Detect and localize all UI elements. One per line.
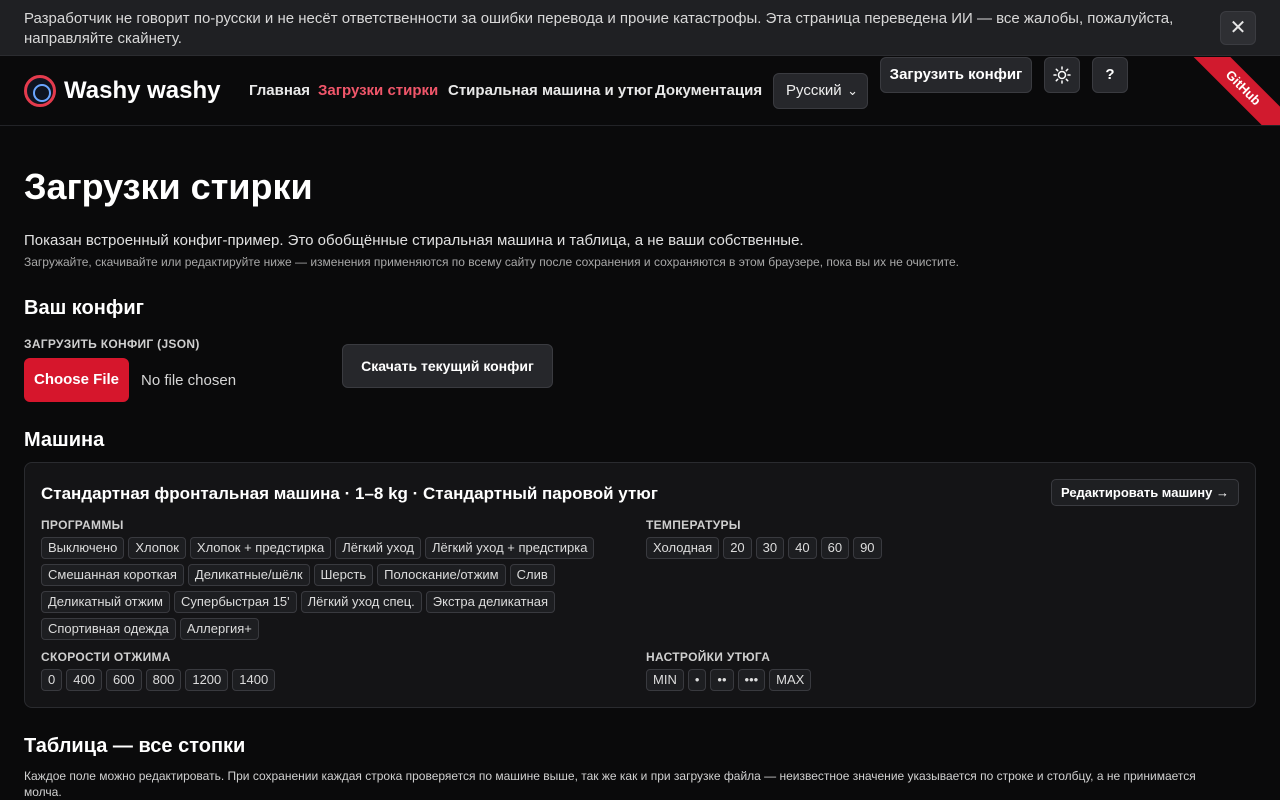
page-subtext: Загружайте, скачивайте или редактируйте … xyxy=(24,255,960,269)
spins-label: СКОРОСТИ ОТЖИМА xyxy=(41,650,171,664)
program-chip: Деликатный отжим xyxy=(41,591,170,613)
temperature-chip: 90 xyxy=(853,537,882,559)
temps-label: ТЕМПЕРАТУРЫ xyxy=(646,518,741,532)
choose-file-button[interactable]: Choose File xyxy=(24,358,129,402)
program-chip: Лёгкий уход xyxy=(335,537,421,559)
brand-name[interactable]: Washy washy xyxy=(64,77,221,105)
program-chip: Экстра деликатная xyxy=(425,591,556,613)
temperature-chip: 30 xyxy=(755,537,785,559)
language-select[interactable]: Русский ⌄ xyxy=(773,73,868,109)
banner-text: Разработчик не говорит по-русски и не не… xyxy=(24,10,1174,47)
language-value: Русский xyxy=(786,82,842,99)
spin-speed-chip: 0 xyxy=(41,669,63,691)
iron-setting-chip: ••• xyxy=(737,669,766,691)
translation-banner: Разработчик не говорит по-русски и не не… xyxy=(0,0,1280,56)
upload-config-button[interactable]: Загрузить конфиг xyxy=(880,57,1032,93)
top-nav: Washy washy Главная Загрузки стирки Стир… xyxy=(0,57,1280,126)
sun-icon xyxy=(1053,66,1071,84)
temperature-chip: 40 xyxy=(788,537,817,559)
program-chip: Деликатные/шёлк xyxy=(187,564,310,586)
program-chip: Лёгкий уход + предстирка xyxy=(424,537,595,559)
temps-list: Холодная 20 30 40 60 90 xyxy=(646,537,1206,559)
github-ribbon[interactable]: GitHub xyxy=(1180,57,1280,125)
spins-list: 0 400 600 800 1200 1400 xyxy=(41,669,601,691)
iron-setting-chip: MAX xyxy=(769,669,812,691)
table-description: Каждое поле можно редактировать. При сох… xyxy=(24,769,1196,799)
iron-setting-chip: •• xyxy=(710,669,734,691)
temperature-chip: Холодная xyxy=(646,537,720,559)
edit-machine-button[interactable]: Редактировать машину → xyxy=(1050,479,1239,506)
program-chip: Спортивная одежда xyxy=(41,618,176,640)
spin-speed-chip: 400 xyxy=(66,669,102,691)
program-chip: Шерсть xyxy=(313,564,374,586)
iron-label: НАСТРОЙКИ УТЮГА xyxy=(646,650,771,664)
table-heading: Таблица — все стопки xyxy=(24,735,246,757)
spin-speed-chip: 1400 xyxy=(232,669,276,691)
close-icon[interactable]: ✕ xyxy=(1220,11,1256,45)
temperature-chip: 20 xyxy=(723,537,752,559)
logo-icon[interactable] xyxy=(24,75,56,107)
help-button[interactable]: ? xyxy=(1092,57,1128,93)
page-lead: Показан встроенный конфиг-пример. Это об… xyxy=(24,232,804,249)
iron-setting-chip: • xyxy=(687,669,707,691)
program-chip: Слив xyxy=(509,564,555,586)
temperature-chip: 60 xyxy=(820,537,850,559)
program-chip: Хлопок + предстирка xyxy=(189,537,332,559)
programs-label: ПРОГРАММЫ xyxy=(41,518,124,532)
download-config-button[interactable]: Скачать текущий конфиг xyxy=(342,344,553,388)
machine-card: Стандартная фронтальная машина · 1–8 kg … xyxy=(24,462,1256,708)
program-chip: Смешанная короткая xyxy=(41,564,184,586)
program-chip: Хлопок xyxy=(128,537,186,559)
machine-heading: Машина xyxy=(24,429,105,451)
nav-link-home[interactable]: Главная xyxy=(249,82,310,99)
nav-link-docs[interactable]: Документация xyxy=(655,82,762,99)
nav-link-loads[interactable]: Загрузки стирки xyxy=(318,82,438,99)
program-chip: Лёгкий уход спец. xyxy=(300,591,422,613)
upload-json-label: ЗАГРУЗИТЬ КОНФИГ (JSON) xyxy=(24,337,200,351)
programs-list: Выключено Хлопок Хлопок + предстирка Лёгкий… xyxy=(41,537,611,640)
iron-setting-chip: MIN xyxy=(646,669,684,691)
spin-speed-chip: 1200 xyxy=(185,669,229,691)
program-chip: Супербыстрая 15' xyxy=(173,591,297,613)
page-title: Загрузки стирки xyxy=(24,166,313,207)
program-chip: Выключено xyxy=(41,537,125,559)
program-chip: Полоскание/отжим xyxy=(377,564,506,586)
spin-speed-chip: 800 xyxy=(145,669,182,691)
nav-link-machine[interactable]: Стиральная машина и утюг xyxy=(448,82,653,99)
program-chip: Аллергия+ xyxy=(179,618,259,640)
machine-title: Стандартная фронтальная машина · 1–8 kg … xyxy=(41,484,658,503)
theme-toggle-button[interactable] xyxy=(1044,57,1080,93)
chevron-down-icon: ⌄ xyxy=(847,83,858,98)
spin-speed-chip: 600 xyxy=(105,669,142,691)
iron-list: MIN • •• ••• MAX xyxy=(646,669,1206,691)
file-status: No file chosen xyxy=(141,372,237,389)
config-heading: Ваш конфиг xyxy=(24,297,144,319)
